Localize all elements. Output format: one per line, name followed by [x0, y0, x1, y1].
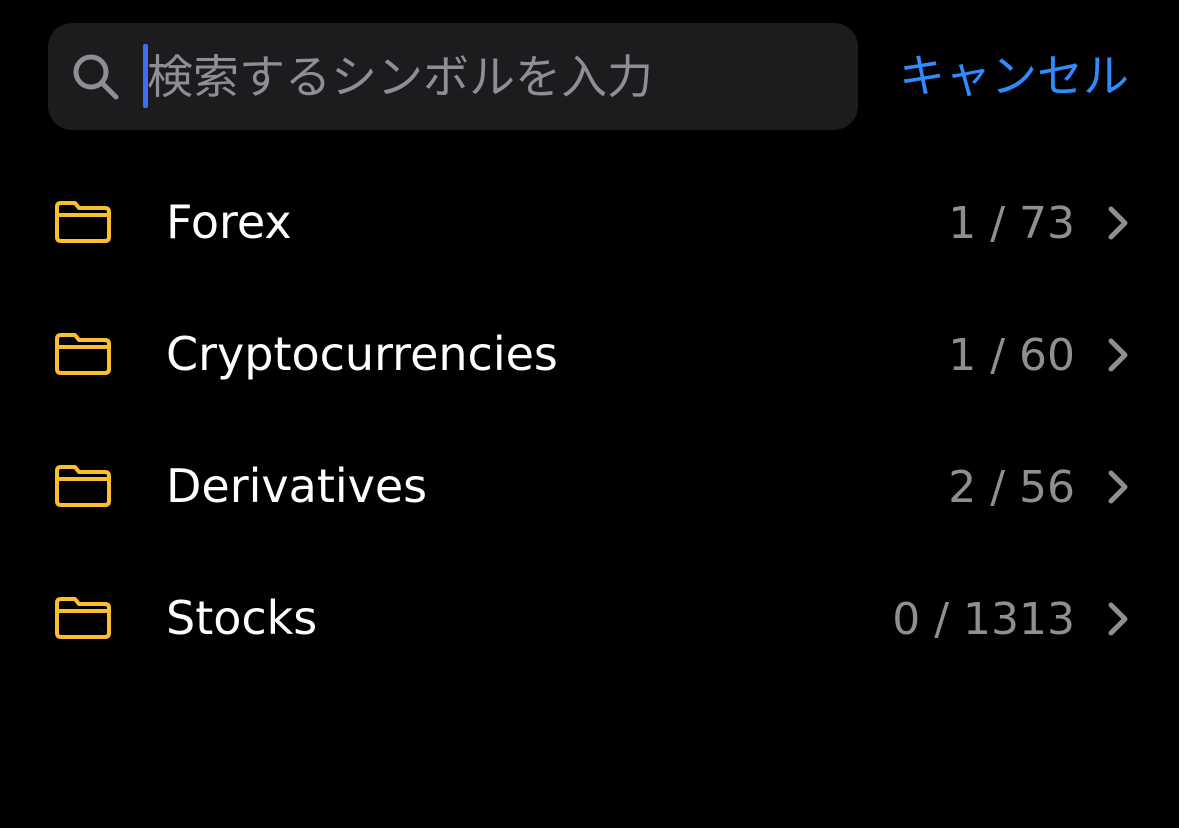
folder-icon: [55, 597, 111, 639]
folder-icon: [55, 465, 111, 507]
category-list: Forex 1 / 73 Cryptocurrencies 1 / 60 Der…: [0, 156, 1179, 684]
search-icon: [73, 54, 119, 100]
category-count: 2 / 56: [948, 462, 1075, 513]
category-count: 1 / 60: [948, 330, 1075, 381]
chevron-right-icon: [1108, 206, 1128, 240]
category-label: Forex: [166, 195, 292, 249]
symbol-search-screen: キャンセル Forex 1 / 73 Cryptocurrencies 1 / …: [0, 0, 1179, 828]
folder-icon: [55, 333, 111, 375]
category-label: Stocks: [166, 591, 318, 645]
search-input[interactable]: [147, 41, 827, 113]
category-count: 1 / 73: [948, 198, 1075, 249]
category-row-derivatives[interactable]: Derivatives 2 / 56: [0, 420, 1179, 552]
folder-icon: [55, 201, 111, 243]
category-row-stocks[interactable]: Stocks 0 / 1313: [0, 552, 1179, 684]
category-label: Derivatives: [166, 459, 428, 513]
chevron-right-icon: [1108, 338, 1128, 372]
cancel-button[interactable]: キャンセル: [899, 44, 1129, 108]
search-bar[interactable]: [48, 23, 858, 130]
category-row-cryptocurrencies[interactable]: Cryptocurrencies 1 / 60: [0, 288, 1179, 420]
category-label: Cryptocurrencies: [166, 327, 558, 381]
category-count: 0 / 1313: [892, 594, 1075, 645]
chevron-right-icon: [1108, 602, 1128, 636]
category-row-forex[interactable]: Forex 1 / 73: [0, 156, 1179, 288]
chevron-right-icon: [1108, 470, 1128, 504]
